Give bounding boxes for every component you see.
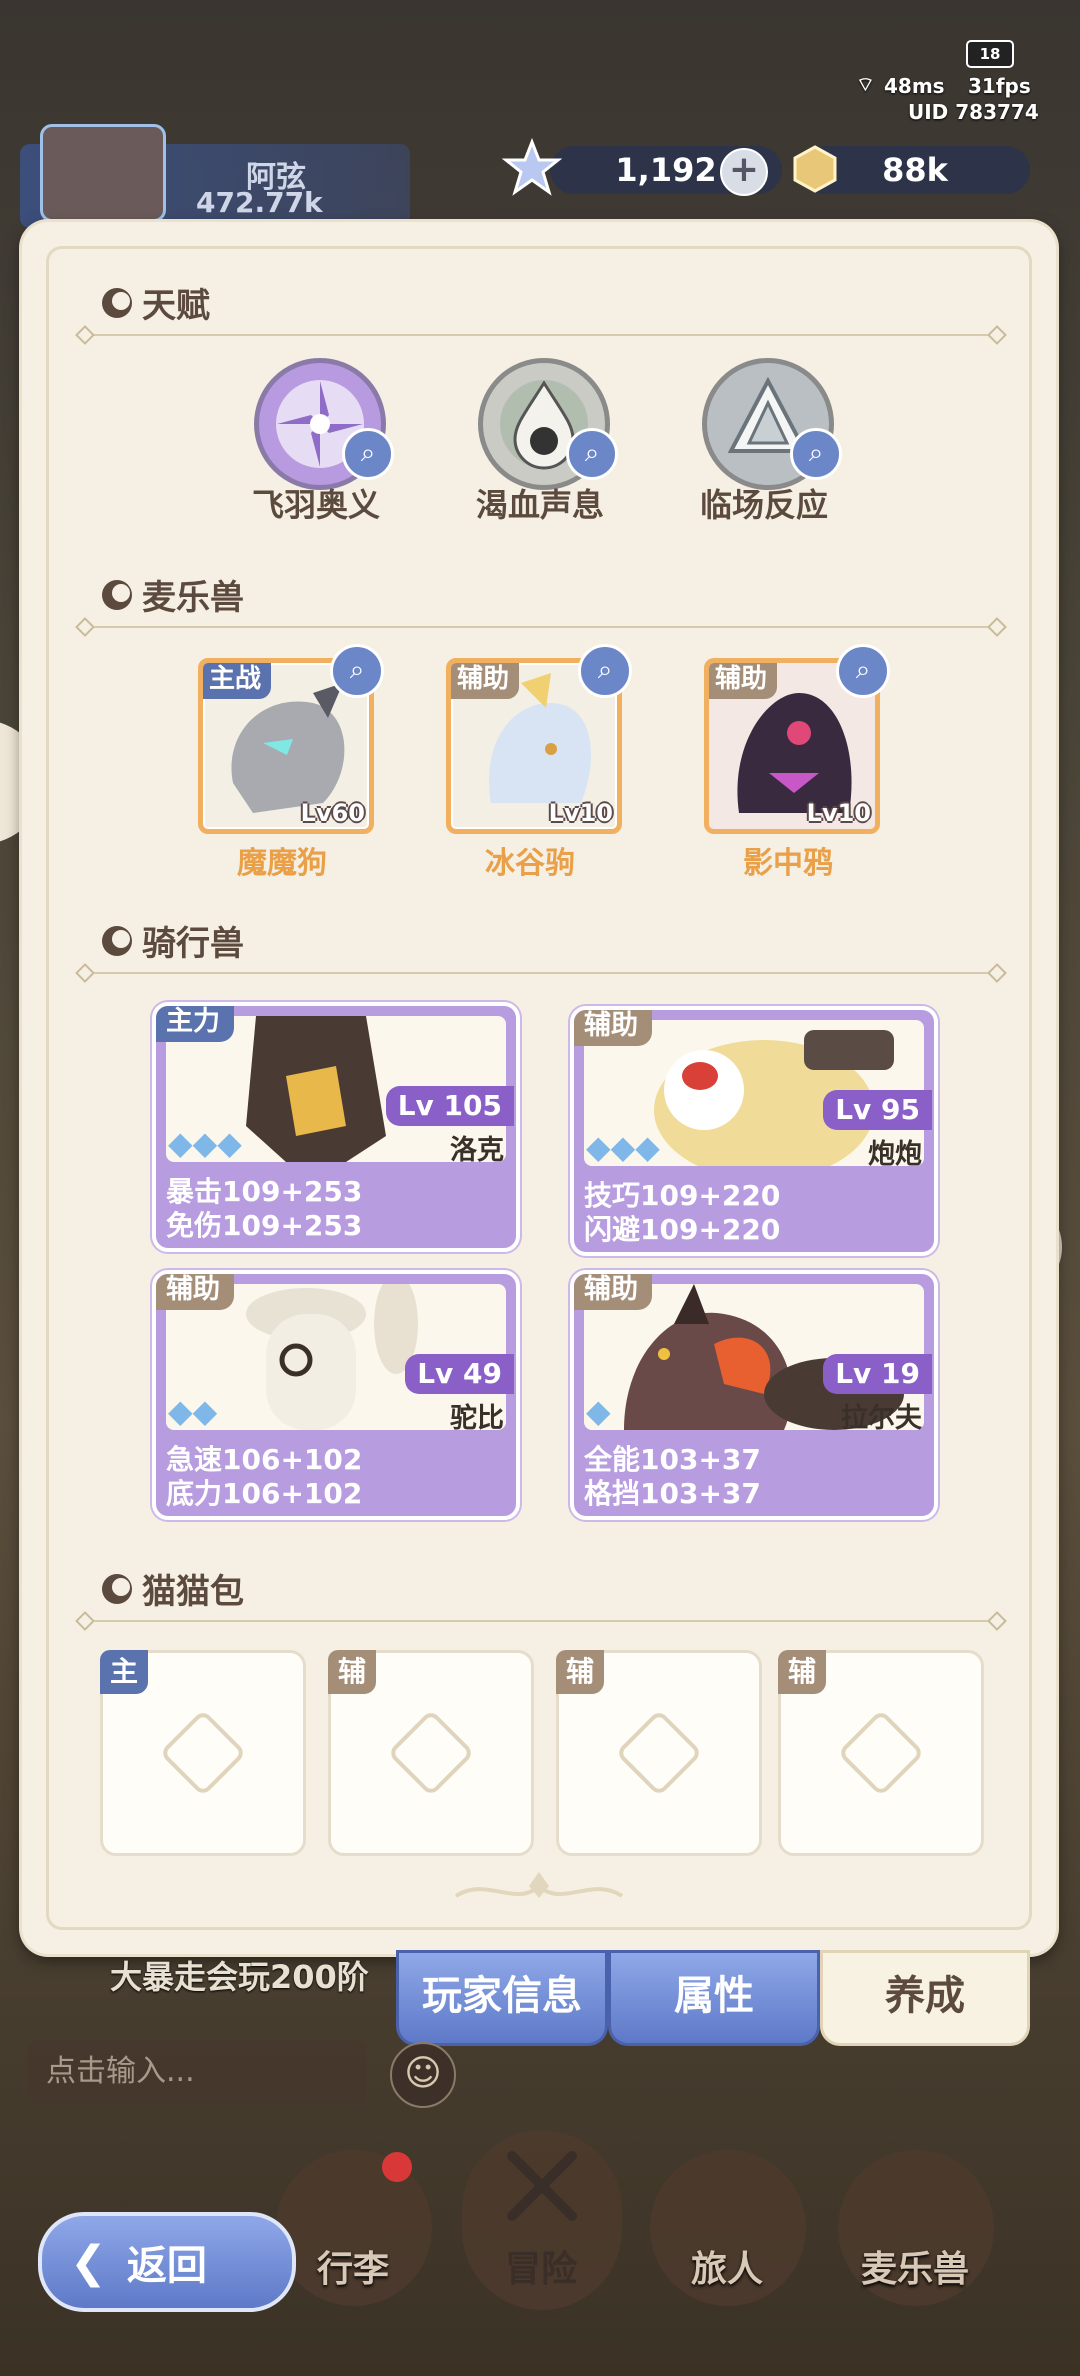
mount-stars-2: ◆◆◆ bbox=[586, 1128, 660, 1166]
pet-tag-1: 主战 bbox=[203, 663, 272, 699]
avatar[interactable] bbox=[40, 124, 166, 222]
mount-name-1: 洛克 bbox=[450, 1135, 504, 1166]
cat-slot-tag-3: 辅 bbox=[556, 1650, 605, 1694]
talent-label-3: 临场反应 bbox=[699, 486, 828, 524]
mount-stat2-2: 闪避109+220 bbox=[584, 1213, 781, 1246]
section-divider bbox=[92, 972, 1002, 974]
moon-icon bbox=[102, 579, 132, 610]
smile-icon: ☺ bbox=[404, 2053, 442, 2094]
talents-section-title: 天赋 bbox=[102, 278, 210, 327]
growth-panel: 天赋 ⌕ 飞羽奥义 ⌕ 渴血声息 ⌕ 临场反应 麦乐兽 主战 Lv60 ⌕ 魔魔… bbox=[22, 222, 1056, 1954]
mount-name-2: 炮炮 bbox=[868, 1139, 922, 1170]
cat-bag-section-title: 猫猫包 bbox=[102, 1564, 244, 1613]
mount-stars-3: ◆◆ bbox=[168, 1392, 218, 1430]
mount-stat2-4: 格挡103+37 bbox=[584, 1477, 761, 1510]
tab-player-info[interactable]: 玩家信息 bbox=[396, 1950, 608, 2046]
nav-adventure-label: 冒险 bbox=[504, 2249, 577, 2290]
pet-info-button-3[interactable]: ⌕ bbox=[836, 644, 890, 698]
talent-info-button-2[interactable]: ⌕ bbox=[566, 428, 618, 480]
cat-slot-1[interactable]: 主 bbox=[100, 1650, 306, 1856]
mount-tag-3: 辅助 bbox=[156, 1274, 234, 1310]
section-divider bbox=[92, 1620, 1002, 1622]
mount-stat2-3: 底力106+102 bbox=[166, 1477, 363, 1510]
player-power: 472.77k bbox=[196, 186, 323, 219]
moon-icon bbox=[102, 1573, 132, 1604]
back-arrow-icon: ❮ bbox=[70, 2236, 107, 2288]
mount-level-1: Lv 105 bbox=[385, 1086, 514, 1126]
mount-level-4: Lv 19 bbox=[823, 1354, 932, 1394]
gold-coin-icon bbox=[790, 144, 840, 194]
mount-card-1[interactable]: 主力 Lv 105 洛克 ◆◆◆ 暴击109+253 免伤109+253 bbox=[152, 1002, 520, 1252]
pet-level-1: Lv60 bbox=[300, 799, 365, 827]
add-stars-button[interactable]: + bbox=[720, 148, 768, 196]
pet-level-3: Lv10 bbox=[806, 799, 871, 827]
mounts-section-title: 骑行兽 bbox=[102, 916, 244, 965]
nav-traveler-label: 旅人 bbox=[690, 2249, 763, 2290]
mount-stars-1: ◆◆◆ bbox=[168, 1124, 242, 1162]
pet-info-button-2[interactable]: ⌕ bbox=[578, 644, 632, 698]
pet-info-button-1[interactable]: ⌕ bbox=[330, 644, 384, 698]
tab-attributes[interactable]: 属性 bbox=[608, 1950, 820, 2046]
empty-slot-icon bbox=[837, 1709, 925, 1797]
tab-growth[interactable]: 养成 bbox=[820, 1950, 1030, 2046]
back-button[interactable]: ❮ 返回 bbox=[38, 2212, 296, 2312]
moon-icon bbox=[102, 287, 132, 318]
crossed-swords-icon bbox=[502, 2146, 582, 2226]
empty-slot-icon bbox=[387, 1709, 475, 1797]
wifi-icon: ⌔ bbox=[856, 72, 875, 96]
pets-section-title: 麦乐兽 bbox=[102, 570, 244, 619]
empty-slot-icon bbox=[159, 1709, 247, 1797]
mount-level-2: Lv 95 bbox=[823, 1090, 932, 1130]
mount-card-3[interactable]: 辅助 Lv 49 驼比 ◆◆ 急速106+102 底力106+102 bbox=[152, 1270, 520, 1520]
mount-stat2-1: 免伤109+253 bbox=[166, 1209, 363, 1242]
cat-slot-4[interactable]: 辅 bbox=[778, 1650, 984, 1856]
mount-name-4: 拉尔夫 bbox=[841, 1403, 922, 1434]
empty-slot-icon bbox=[615, 1709, 703, 1797]
pet-tag-3: 辅助 bbox=[709, 663, 778, 699]
mount-stars-4: ◆ bbox=[586, 1392, 611, 1430]
emoji-button[interactable]: ☺ bbox=[390, 2042, 456, 2108]
fps-text: 31fps bbox=[968, 74, 1031, 98]
chat-input[interactable]: 点击输入... bbox=[28, 2040, 366, 2104]
moon-icon bbox=[102, 925, 132, 956]
cat-slot-tag-1: 主 bbox=[100, 1650, 149, 1694]
mount-tag-2: 辅助 bbox=[574, 1010, 652, 1046]
nav-pets-label: 麦乐兽 bbox=[860, 2249, 969, 2290]
talent-label-2: 渴血声息 bbox=[475, 486, 604, 524]
section-divider bbox=[92, 626, 1002, 628]
pet-name-3: 影中鸦 bbox=[743, 846, 833, 881]
pet-name-1: 魔魔狗 bbox=[237, 846, 327, 881]
mount-tag-1: 主力 bbox=[156, 1006, 234, 1042]
gold-count: 88k bbox=[882, 151, 948, 189]
mount-level-3: Lv 49 bbox=[405, 1354, 514, 1394]
talent-info-button-3[interactable]: ⌕ bbox=[790, 428, 842, 480]
mount-name-3: 驼比 bbox=[450, 1403, 504, 1434]
mount-card-2[interactable]: 辅助 Lv 95 炮炮 ◆◆◆ 技巧109+220 闪避109+220 bbox=[570, 1006, 938, 1256]
notification-dot bbox=[382, 2152, 412, 2182]
back-label: 返回 bbox=[126, 2243, 207, 2289]
section-divider bbox=[92, 334, 1002, 336]
cat-slot-2[interactable]: 辅 bbox=[328, 1650, 534, 1856]
talent-info-button-1[interactable]: ⌕ bbox=[342, 428, 394, 480]
cat-slot-3[interactable]: 辅 bbox=[556, 1650, 762, 1856]
panel-bottom-ornament bbox=[446, 1868, 632, 1908]
ping-text: 48ms bbox=[884, 74, 945, 98]
mount-card-4[interactable]: 辅助 Lv 19 拉尔夫 ◆ 全能103+37 格挡103+37 bbox=[570, 1270, 938, 1520]
uid-text: UID 783774 bbox=[908, 100, 1039, 124]
pet-tag-2: 辅助 bbox=[451, 663, 520, 699]
pet-level-2: Lv10 bbox=[548, 799, 613, 827]
talent-label-1: 飞羽奥义 bbox=[251, 486, 380, 524]
star-icon bbox=[501, 137, 563, 198]
cat-slot-tag-4: 辅 bbox=[778, 1650, 827, 1694]
star-count: 1,192 bbox=[615, 151, 717, 189]
mount-tag-4: 辅助 bbox=[574, 1274, 652, 1310]
pet-name-2: 冰谷驹 bbox=[485, 846, 575, 881]
cat-slot-tag-2: 辅 bbox=[328, 1650, 377, 1694]
battery-indicator: 18 bbox=[966, 40, 1014, 68]
chat-message: 大暴走会玩200阶 bbox=[110, 1958, 369, 1996]
